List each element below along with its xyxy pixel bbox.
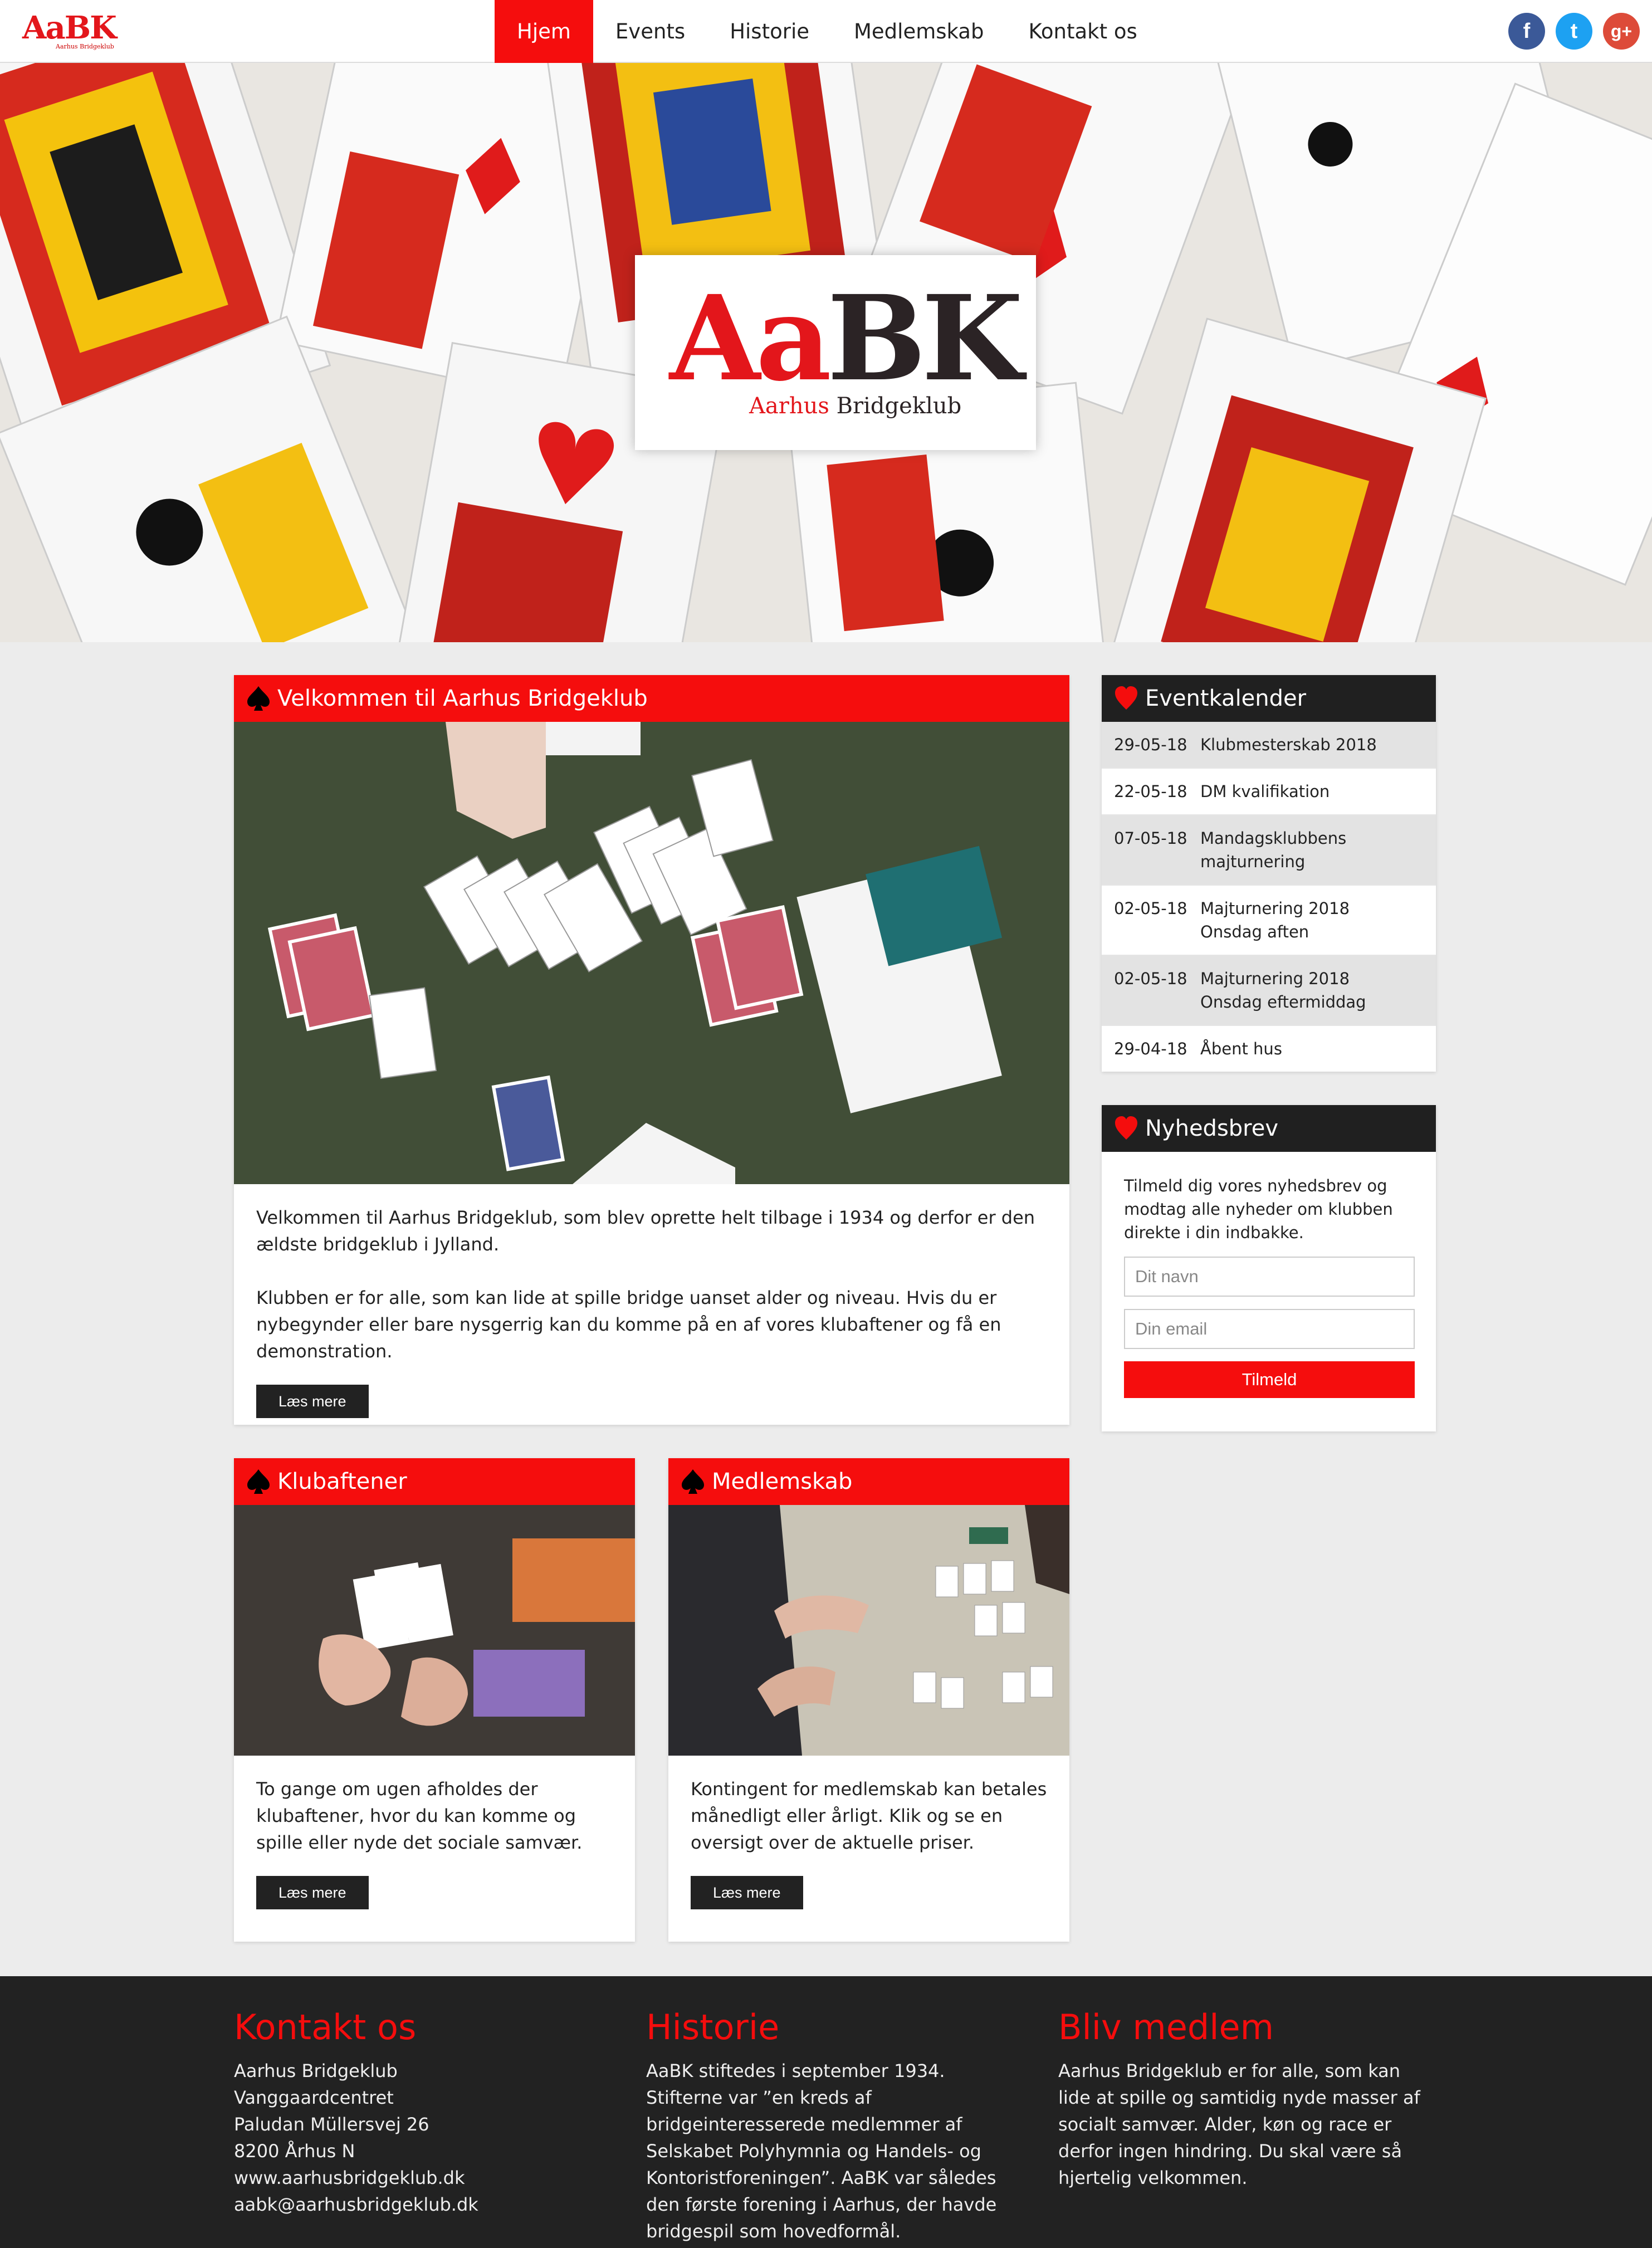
footer-contact-line: Vanggaardcentret [234, 2087, 394, 2108]
klubaftener-title: Klubaftener [277, 1469, 407, 1494]
newsletter-body: Tilmeld dig vores nyhedsbrev og modtag a… [1102, 1152, 1436, 1420]
members-playing-photo [668, 1505, 1069, 1756]
menu-item-events[interactable]: Events [593, 0, 707, 63]
event-date: 29-05-18 [1114, 735, 1187, 754]
welcome-body: Velkommen til Aarhus Bridgeklub, som ble… [234, 1184, 1069, 1438]
event-name: Majturnering 2018 Onsdag eftermiddag [1200, 969, 1366, 1011]
facebook-icon[interactable]: f [1508, 13, 1545, 50]
newsletter-title: Nyhedsbrev [1145, 1116, 1279, 1141]
site-logo[interactable]: AaBK Aarhus Bridgeklub [22, 9, 117, 51]
top-navbar: AaBK Aarhus Bridgeklub Hjem Events Histo… [0, 0, 1652, 63]
footer-contact-title: Kontakt os [234, 2007, 417, 2047]
menu-item-hjem[interactable]: Hjem [495, 0, 593, 63]
newsletter-panel: Nyhedsbrev Tilmeld dig vores nyhedsbrev … [1102, 1105, 1436, 1431]
event-calendar-title: Eventkalender [1145, 686, 1307, 711]
main-menu: Hjem Events Historie Medlemskab Kontakt … [495, 0, 1160, 63]
medlemskab-read-more-button[interactable]: Læs mere [691, 1876, 803, 1909]
welcome-panel: Velkommen til Aarhus Bridgeklub Velkomme… [234, 675, 1069, 1425]
medlemskab-title: Medlemskab [712, 1469, 853, 1494]
heart-icon [1115, 686, 1137, 710]
event-row[interactable]: 22-05-18 DM kvalifikation [1102, 769, 1436, 815]
newsletter-header: Nyhedsbrev [1102, 1105, 1436, 1152]
event-date: 22-05-18 [1114, 782, 1187, 801]
footer-join-title: Bliv medlem [1058, 2007, 1274, 2047]
event-date: 29-04-18 [1114, 1039, 1187, 1058]
klubaftener-header: Klubaftener [234, 1458, 635, 1505]
footer-contact-line: Aarhus Bridgeklub [234, 2060, 398, 2081]
hero-logo-bk: BK [827, 270, 1023, 407]
newsletter-subscribe-button[interactable]: Tilmeld [1124, 1361, 1415, 1398]
footer-email-link[interactable]: aabk@aarhusbridgeklub.dk [234, 2191, 613, 2218]
newsletter-email-input[interactable]: Din email [1124, 1309, 1415, 1349]
hero-logo-sub-a: Aarhus [749, 393, 829, 419]
klubaftener-body: To gange om ugen afholdes der klubaftene… [234, 1756, 635, 1929]
event-row[interactable]: 02-05-18 Majturnering 2018 Onsdag eftermi… [1102, 956, 1436, 1026]
klubaftener-text: To gange om ugen afholdes der klubaftene… [256, 1778, 583, 1853]
event-calendar-panel: Eventkalender 29-05-18 Klubmesterskab 201… [1102, 675, 1436, 1072]
social-links: f t g+ [1508, 13, 1640, 50]
footer-join: Bliv medlem Aarhus Bridgeklub er for all… [1058, 2005, 1437, 2191]
spade-icon [247, 686, 270, 711]
bridge-table-photo [234, 722, 1069, 1184]
medlemskab-header: Medlemskab [668, 1458, 1069, 1505]
event-name: Åbent hus [1200, 1039, 1282, 1058]
event-name: Mandagsklubbens majturnering [1200, 829, 1347, 871]
menu-item-kontakt[interactable]: Kontakt os [1006, 0, 1159, 63]
klubaftener-panel: Klubaftener To gange om ugen afholdes de… [234, 1458, 635, 1942]
event-row[interactable]: 29-04-18 Åbent hus [1102, 1026, 1436, 1072]
logo-text: AaBK [22, 9, 117, 46]
event-name: Klubmesterskab 2018 [1200, 735, 1377, 754]
footer-contact-line: Paludan Müllersvej 26 [234, 2114, 429, 2135]
medlemskab-panel: Medlemskab Kontingent for medlemskab kan… [668, 1458, 1069, 1942]
event-row[interactable]: 07-05-18 Mandagsklubbens majturnering [1102, 815, 1436, 886]
hero-banner: AaBK Aarhus Bridgeklub [0, 63, 1652, 642]
event-name: Majturnering 2018 Onsdag aften [1200, 899, 1350, 941]
menu-item-historie[interactable]: Historie [707, 0, 832, 63]
event-row[interactable]: 02-05-18 Majturnering 2018 Onsdag aften [1102, 886, 1436, 956]
site-footer: Kontakt os Aarhus Bridgeklub Vanggaardce… [0, 1976, 1652, 2248]
footer-contact-line: 8200 Århus N [234, 2141, 355, 2162]
welcome-header: Velkommen til Aarhus Bridgeklub [234, 675, 1069, 722]
footer-history-title: Historie [646, 2007, 780, 2047]
event-date: 02-05-18 [1114, 969, 1187, 988]
logo-subtitle: Aarhus Bridgeklub [56, 43, 114, 50]
footer-history-text: AaBK stiftedes i september 1934. Stifter… [646, 2060, 997, 2242]
event-name: DM kvalifikation [1200, 782, 1330, 801]
newsletter-text: Tilmeld dig vores nyhedsbrev og modtag a… [1124, 1176, 1393, 1242]
footer-contact: Kontakt os Aarhus Bridgeklub Vanggaardce… [234, 2005, 613, 2218]
heart-icon [1115, 1116, 1137, 1140]
hero-logo-aa: Aa [669, 270, 832, 407]
klubaftener-read-more-button[interactable]: Læs mere [256, 1876, 369, 1909]
footer-join-text: Aarhus Bridgeklub er for alle, som kan l… [1058, 2060, 1420, 2188]
event-calendar-header: Eventkalender [1102, 675, 1436, 722]
spade-icon [682, 1469, 704, 1494]
event-row[interactable]: 29-05-18 Klubmesterskab 2018 [1102, 722, 1436, 769]
event-date: 02-05-18 [1114, 899, 1187, 918]
footer-history: Historie AaBK stiftedes i september 1934… [646, 2005, 1014, 2245]
hero-logo: AaBK Aarhus Bridgeklub [635, 255, 1036, 450]
google-plus-icon[interactable]: g+ [1603, 13, 1640, 50]
menu-item-medlemskab[interactable]: Medlemskab [832, 0, 1006, 63]
medlemskab-body: Kontingent for medlemskab kan betales må… [668, 1756, 1069, 1929]
welcome-read-more-button[interactable]: Læs mere [256, 1385, 369, 1418]
twitter-icon[interactable]: t [1556, 13, 1592, 50]
welcome-paragraph-1: Velkommen til Aarhus Bridgeklub, som ble… [256, 1207, 1035, 1255]
spade-icon [247, 1469, 270, 1494]
medlemskab-text: Kontingent for medlemskab kan betales må… [691, 1778, 1047, 1853]
newsletter-name-input[interactable]: Dit navn [1124, 1257, 1415, 1297]
hero-logo-sub-b: Bridgeklub [829, 393, 962, 419]
hands-holding-cards-photo [234, 1505, 635, 1756]
welcome-paragraph-2: Klubben er for alle, som kan lide at spi… [256, 1287, 1001, 1362]
event-date: 07-05-18 [1114, 829, 1187, 848]
welcome-title: Velkommen til Aarhus Bridgeklub [277, 686, 648, 711]
footer-website-link[interactable]: www.aarhusbridgeklub.dk [234, 2164, 613, 2191]
